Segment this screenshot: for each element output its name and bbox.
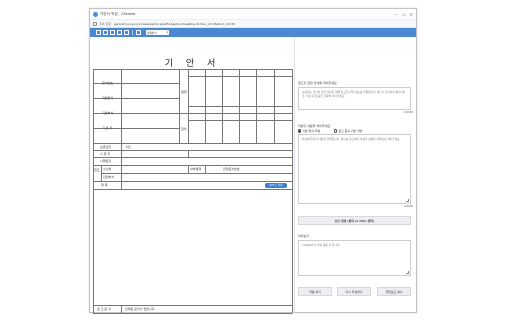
content-placeholder: 본문에 들어갈 내용을 입력합니다. 예시를 참고하여 작성할 내용을 자유롭게… [302, 137, 401, 141]
browser-window: 기안서 작성 - Chrome — ☐ ✕ 주의 요함 gw.bizmyung.… [89, 8, 417, 314]
content-textarea[interactable]: 본문에 들어갈 내용을 입력합니다. 예시를 참고하여 작성할 내용을 자유롭게… [298, 134, 411, 204]
approval-line-label: 결재 [181, 90, 187, 94]
chevron-down-icon: ▾ [166, 31, 168, 34]
preview-placeholder: ChatGPT가 작성 내용 을 입니다. [302, 243, 341, 247]
preview-resize-handle-icon[interactable] [406, 271, 409, 274]
reference-info-counter: 0/4000 [403, 111, 413, 114]
security-warning[interactable]: 주의 요함 [99, 22, 111, 26]
content-counter: 0/4000 [403, 205, 413, 208]
cooperation-label: 협조 [94, 168, 100, 172]
radio-unchecked-icon [334, 129, 338, 133]
generate-draft-button[interactable]: 초안 생성 (클릭 or Ctrl+엔터) [298, 216, 411, 225]
preview-textarea[interactable]: ChatGPT가 작성 내용 을 입니다. [298, 240, 411, 276]
copy-clipboard-button[interactable]: 클립보드 복사 [377, 287, 411, 296]
template-icon[interactable] [124, 30, 129, 35]
retry-button[interactable]: 다시 작성하기 [337, 287, 371, 296]
related-number-label: 관련문서번호 [223, 167, 240, 171]
agreement-line-label: 합의 [181, 127, 187, 131]
warning-icon [93, 21, 97, 26]
reference-doc-value: 선택된 문서가 없습니다. [125, 307, 156, 311]
gpt-write-button[interactable]: GPT도 작성 [265, 183, 287, 188]
radio-reference-based[interactable]: 참고 문서 기반 작성 [334, 129, 362, 133]
radio-basic-form[interactable]: 기본 양식 작성 [298, 129, 320, 133]
executor-label: 시행일자 [100, 159, 112, 163]
document-title: 기 안 서 [164, 59, 221, 69]
reference-info-textarea[interactable]: 사용자는 기안서 초안 작성을 위해 참고할 관련 정보를 입력합니다. 예: … [298, 87, 411, 110]
external-dept-value[interactable]: 내부결재 [190, 167, 201, 171]
written-date-label: 작성일자 [102, 96, 114, 100]
external-dept-label: 수신처 [103, 167, 112, 171]
new-doc-icon[interactable] [96, 30, 101, 35]
retention-label: 보존년한 [100, 145, 112, 149]
reference-info-placeholder: 사용자는 기안서 초안 작성을 위해 참고할 관련 정보를 입력합니다. 예: … [302, 90, 405, 98]
app-icon [93, 11, 98, 17]
minimize-icon[interactable]: — [394, 12, 398, 17]
content-input-title: 작성할 내용을 적어주세요. [298, 124, 332, 128]
retention-value[interactable]: 5년 [126, 145, 131, 149]
layout-icon[interactable] [117, 30, 122, 35]
radio-checked-icon [298, 129, 302, 133]
related-dept-label: 관련부서 [103, 175, 115, 179]
doc-number-label: 문서번호 [102, 81, 114, 85]
window-title: 기안서 작성 - Chrome [100, 11, 136, 16]
close-icon[interactable]: ✕ [410, 12, 413, 17]
reference-doc-label: 참 조 문 서 [97, 307, 111, 311]
editor-toolbar: 결재방식 ▾ [90, 28, 416, 37]
maximize-icon[interactable]: ☐ [402, 12, 406, 17]
apply-button[interactable]: 적용 하기 [298, 287, 332, 296]
title-bar: 기안서 작성 - Chrome — ☐ ✕ [90, 9, 416, 20]
resize-handle-icon[interactable] [406, 199, 409, 202]
toolbar-divider [132, 30, 133, 35]
address-bar[interactable]: 주의 요함 gw.bizmyung.co.kr/eap/ea/docpop/EA… [90, 20, 416, 28]
approval-type-select[interactable]: 결재방식 ▾ [146, 30, 169, 35]
document-form: 기 안 서 문서번호 작성일자 기안부서 기 안 자 결재 합의 보존년한 5년… [93, 38, 293, 314]
radio-basic-label: 기본 양식 작성 [302, 129, 321, 133]
radio-reference-label: 참고 문서 기반 작성 [338, 129, 363, 133]
save-icon[interactable] [110, 30, 115, 35]
settings-icon[interactable] [136, 30, 141, 35]
reference-info-title: 참고할 관련 안내를 적어주세요. [298, 81, 338, 85]
url-text[interactable]: gw.bizmyung.co.kr/eap/ea/docpop/EAAppDoc… [114, 22, 235, 26]
preview-title: 미리보기 [298, 234, 310, 238]
approval-type-value: 결재방식 [147, 31, 157, 35]
viewer-label: 시 행 자 [100, 152, 111, 156]
department-label: 기안부서 [102, 111, 114, 115]
ai-assistant-panel: 참고할 관련 안내를 적어주세요. 사용자는 기안서 초안 작성을 위해 참고할… [297, 38, 415, 313]
subject-label: 제 목 [101, 183, 108, 187]
print-icon[interactable] [103, 30, 108, 35]
drafter-label: 기 안 자 [102, 126, 113, 130]
